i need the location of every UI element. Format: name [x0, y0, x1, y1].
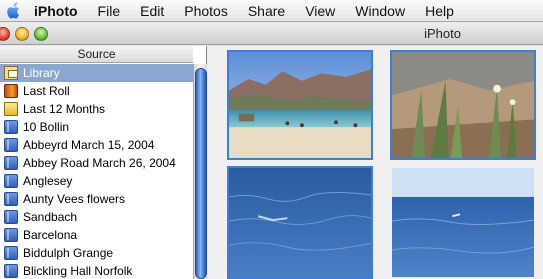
- menu-app-name[interactable]: iPhoto: [24, 0, 88, 22]
- source-scrollbar[interactable]: [193, 64, 207, 279]
- source-item-biddulph-grange[interactable]: Biddulph Grange: [0, 244, 193, 262]
- source-item-label: Blickling Hall Norfolk: [23, 264, 133, 278]
- menu-file[interactable]: File: [88, 0, 131, 22]
- menu-edit[interactable]: Edit: [130, 0, 174, 22]
- close-window-button[interactable]: [0, 27, 10, 41]
- sea-horizon-photo-image: [392, 168, 534, 277]
- source-item-sandbach[interactable]: Sandbach: [0, 208, 193, 226]
- window-title: iPhoto: [424, 26, 461, 41]
- source-item-barcelona[interactable]: Barcelona: [0, 226, 193, 244]
- source-item-label: 10 Bollin: [23, 120, 70, 134]
- source-item-label: Abbeyrd March 15, 2004: [23, 138, 155, 152]
- source-item-last-12-months[interactable]: Last 12 Months: [0, 100, 193, 118]
- source-item-aunty-vees-flowers[interactable]: Aunty Vees flowers: [0, 190, 193, 208]
- beach-photo-image: [229, 52, 371, 158]
- source-item-label: Last Roll: [23, 84, 70, 98]
- photo-thumbnail-beach[interactable]: [227, 50, 373, 160]
- album-icon: [4, 264, 18, 278]
- calendar-icon: [4, 102, 18, 116]
- source-item-10-bollin[interactable]: 10 Bollin: [0, 118, 193, 136]
- source-item-label: Last 12 Months: [23, 102, 106, 116]
- plants-photo-image: [392, 52, 534, 158]
- source-item-anglesey[interactable]: Anglesey: [0, 172, 193, 190]
- zoom-window-button[interactable]: [34, 27, 48, 41]
- sea-photo-image: [229, 168, 371, 277]
- source-sidebar: Source Library Last Roll Last 12 Months …: [0, 46, 207, 279]
- menu-window[interactable]: Window: [345, 0, 415, 22]
- source-scrollbar-thumb[interactable]: [195, 68, 207, 279]
- source-item-label: Aunty Vees flowers: [23, 192, 126, 206]
- source-item-label: Library: [23, 66, 60, 80]
- album-icon: [4, 246, 18, 260]
- album-icon: [4, 120, 18, 134]
- album-icon: [4, 228, 18, 242]
- photo-thumbnail-sea-2[interactable]: [390, 166, 536, 279]
- source-list: Library Last Roll Last 12 Months 10 Boll…: [0, 64, 193, 279]
- source-item-label: Sandbach: [23, 210, 78, 224]
- source-item-library[interactable]: Library: [0, 64, 193, 82]
- menu-photos[interactable]: Photos: [174, 0, 238, 22]
- menu-share[interactable]: Share: [238, 0, 295, 22]
- album-icon: [4, 138, 18, 152]
- source-item-label: Biddulph Grange: [23, 246, 114, 260]
- source-item-abbeyrd[interactable]: Abbeyrd March 15, 2004: [0, 136, 193, 154]
- source-item-label: Anglesey: [23, 174, 73, 188]
- album-icon: [4, 192, 18, 206]
- album-icon: [4, 210, 18, 224]
- photo-thumbnail-plants[interactable]: [390, 50, 536, 160]
- source-item-label: Barcelona: [23, 228, 78, 242]
- window-title-bar[interactable]: iPhoto: [0, 23, 543, 45]
- source-item-last-roll[interactable]: Last Roll: [0, 82, 193, 100]
- photo-thumbnail-sea-1[interactable]: [227, 166, 373, 279]
- source-header[interactable]: Source: [0, 46, 193, 63]
- source-item-abbey-road[interactable]: Abbey Road March 26, 2004: [0, 154, 193, 172]
- menu-help[interactable]: Help: [415, 0, 464, 22]
- film-roll-icon: [4, 84, 18, 98]
- minimize-window-button[interactable]: [15, 27, 29, 41]
- menu-view[interactable]: View: [295, 0, 345, 22]
- album-icon: [4, 156, 18, 170]
- album-icon: [4, 174, 18, 188]
- source-item-label: Abbey Road March 26, 2004: [23, 156, 176, 170]
- library-icon: [4, 66, 18, 80]
- photo-grid: [208, 46, 543, 279]
- menu-bar: iPhoto File Edit Photos Share View Windo…: [0, 0, 543, 22]
- apple-logo-icon[interactable]: [2, 0, 24, 22]
- source-item-blickling-hall[interactable]: Blickling Hall Norfolk: [0, 262, 193, 279]
